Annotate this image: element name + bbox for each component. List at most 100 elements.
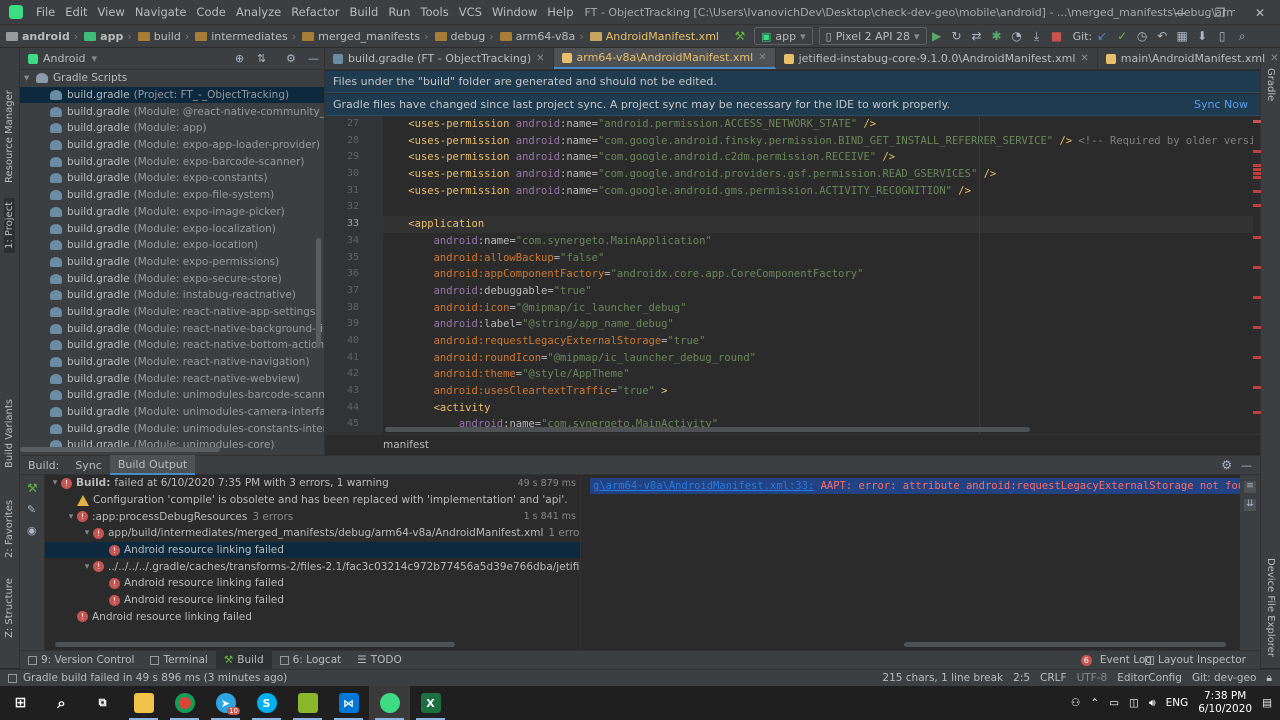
gear-icon[interactable]: ⚙ [286,52,296,65]
build-tree-row[interactable]: ! Android resource linking failed [45,575,580,592]
tree-item-build-gradle[interactable]: build.gradle (Module: expo-permissions) [20,254,324,271]
tool-version-control[interactable]: 9: Version Control [20,651,142,670]
tree-item-build-gradle[interactable]: build.gradle (Module: expo-image-picker) [20,204,324,221]
build-tree-row[interactable]: ▾! app/build/intermediates/merged_manifes… [45,525,580,542]
tree-item-build-gradle[interactable]: build.gradle (Module: expo-file-system) [20,187,324,204]
apply-code-changes-icon[interactable]: ⇄ [970,29,984,43]
tree-item-build-gradle[interactable]: build.gradle (Project: FT_-_ObjectTrackin… [20,86,324,104]
close-tab-icon[interactable]: ✕ [1270,53,1278,64]
tool-terminal[interactable]: Terminal [142,651,215,670]
favorites-tab[interactable]: 2: Favorites [4,500,15,558]
rebuild-hammer-icon[interactable]: ⚒ [27,481,44,495]
tree-item-build-gradle[interactable]: build.gradle (Module: expo-secure-store) [20,270,324,287]
close-tab-icon[interactable]: ✕ [1080,53,1088,64]
show-hidden-icons-icon[interactable]: ⌃ [1090,697,1099,709]
build-error-line[interactable]: g\arm64-v8a\AndroidManifest.xml:33: AAPT… [590,478,1240,494]
search-everywhere-icon[interactable]: ⌕ [1235,29,1249,43]
error-location-link[interactable]: g\arm64-v8a\AndroidManifest.xml:33: [593,480,814,492]
project-scrollbar[interactable] [316,238,321,348]
structure-tab[interactable]: Z: Structure [4,578,15,638]
menu-vcs[interactable]: VCS [454,5,487,19]
breadcrumb-manifest[interactable]: manifest [383,439,429,451]
notifications-icon[interactable]: ▤ [1262,697,1272,709]
tree-item-build-gradle[interactable]: build.gradle (Module: unimodules-constant… [20,420,324,437]
resource-manager-tab[interactable]: Resource Manager [4,90,15,183]
tool-logcat[interactable]: 6: Logcat [272,651,350,670]
debug-icon[interactable]: ✱ [990,29,1004,43]
status-caret-position[interactable]: 2:5 [1013,672,1030,684]
close-tab-icon[interactable]: ✕ [536,53,544,64]
project-view-selector[interactable]: Android ▾ ⊕ ⇅ ⚙ — [20,48,324,70]
breadcrumb-app[interactable]: app › [78,30,132,43]
build-variants-tab[interactable]: Build Variants [4,399,15,468]
project-hscrollbar[interactable] [20,447,320,453]
build-tree-row[interactable]: ▾!:app:processDebugResources 3 errors 1 s … [45,508,580,525]
breadcrumb-android[interactable]: android › [0,30,78,43]
eye-icon[interactable]: ◉ [27,524,44,537]
target-locate-icon[interactable]: ⊕ [235,52,244,65]
profile-icon[interactable]: ◔ [1010,29,1024,43]
taskbar-excel[interactable]: X [410,686,451,720]
taskbar-chrome[interactable] [164,686,205,720]
taskbar-telegram[interactable]: ➤ 10 [205,686,246,720]
build-tree-row[interactable]: ! Android resource linking failed [45,541,580,559]
run-icon[interactable]: ▶ [930,29,944,43]
tree-item-build-gradle[interactable]: build.gradle (Module: expo-location) [20,237,324,254]
output-hscrollbar[interactable] [904,642,1226,647]
menu-tools[interactable]: Tools [415,5,453,19]
restore-button[interactable]: ❐ [1200,0,1240,25]
tree-item-build-gradle[interactable]: build.gradle (Module: instabug-reactnativ… [20,287,324,304]
collapse-icon[interactable]: ⇅ [257,52,266,65]
menu-run[interactable]: Run [383,5,415,19]
build-tree-hscrollbar[interactable] [55,642,455,647]
git-history-icon[interactable]: ◷ [1135,29,1149,43]
build-tree-row[interactable]: Configuration 'compile' is obsolete and … [45,492,580,509]
chevron-down-icon[interactable]: ▾ [81,528,93,538]
editor-tab[interactable]: jetified-instabug-core-9.1.0.0\AndroidMa… [776,48,1098,69]
tree-item-build-gradle[interactable]: build.gradle (Module: react-native-app-se… [20,304,324,321]
menu-view[interactable]: View [93,5,130,19]
tree-item-build-gradle[interactable]: build.gradle (Module: unimodules-barcode-… [20,387,324,404]
tree-item-build-gradle[interactable]: build.gradle (Module: expo-localization) [20,220,324,237]
chevron-down-icon[interactable]: ▾ [49,478,61,488]
git-rollback-icon[interactable]: ↶ [1155,29,1169,43]
network-icon[interactable]: ◫ [1129,697,1139,709]
build-tree-row[interactable]: ▾! ../../../../.gradle/caches/transforms-… [45,558,580,575]
stop-icon[interactable]: ■ [1050,29,1064,43]
tree-item-build-gradle[interactable]: build.gradle (Module: unimodules-camera-i… [20,404,324,421]
breadcrumb-merged-manifests[interactable]: merged_manifests › [296,30,429,43]
volume-icon[interactable]: 🔊︎ [1149,697,1156,710]
status-panel-icon[interactable] [8,673,17,683]
apply-changes-icon[interactable]: ↻ [950,29,964,43]
clock[interactable]: 7:38 PM 6/10/2020 [1198,690,1252,716]
scroll-to-end-icon[interactable]: ⇊ [1244,499,1256,511]
soft-wrap-icon[interactable]: ≡ [1244,481,1256,493]
attach-debugger-icon[interactable]: ⤓ [1030,29,1044,43]
menu-refactor[interactable]: Refactor [286,5,344,19]
build-tree-row[interactable]: ▾! Build: failed at 6/10/2020 7:35 PM with… [45,475,580,492]
gear-icon[interactable]: ⚙ [1221,458,1232,472]
build-tree-row[interactable]: ! Android resource linking failed [45,609,580,626]
tree-item-build-gradle[interactable]: build.gradle (Module: react-native-backgr… [20,320,324,337]
tab-sync[interactable]: Sync [67,455,110,475]
breadcrumb-build[interactable]: build › [132,30,189,43]
error-stripe[interactable] [1253,116,1261,434]
menu-analyze[interactable]: Analyze [231,5,286,19]
status-message[interactable]: Gradle build failed in 49 s 896 ms (3 mi… [23,672,287,684]
hide-panel-icon[interactable]: — [308,52,319,65]
taskbar-explorer[interactable] [123,686,164,720]
run-config-selector[interactable]: ▣ app ▾ [753,27,813,45]
code-editor[interactable]: <uses-permission android:name="android.p… [383,116,1253,434]
breadcrumb-intermediates[interactable]: intermediates › [189,30,296,43]
git-commit-icon[interactable]: ✓ [1115,29,1129,43]
sdk-manager-icon[interactable]: ⬇ [1195,29,1209,43]
tree-item-build-gradle[interactable]: build.gradle (Module: expo-app-loader-pro… [20,137,324,154]
menu-file[interactable]: File [31,5,60,19]
battery-icon[interactable]: ▭ [1109,697,1119,709]
make-project-hammer-icon[interactable]: ⚒ [733,29,747,43]
menu-help[interactable]: Help [542,5,578,19]
close-tab-icon[interactable]: ✕ [758,52,766,63]
menu-navigate[interactable]: Navigate [130,5,192,19]
project-tool-tab[interactable]: 1: Project [4,197,15,253]
hide-panel-icon[interactable]: — [1241,459,1252,472]
